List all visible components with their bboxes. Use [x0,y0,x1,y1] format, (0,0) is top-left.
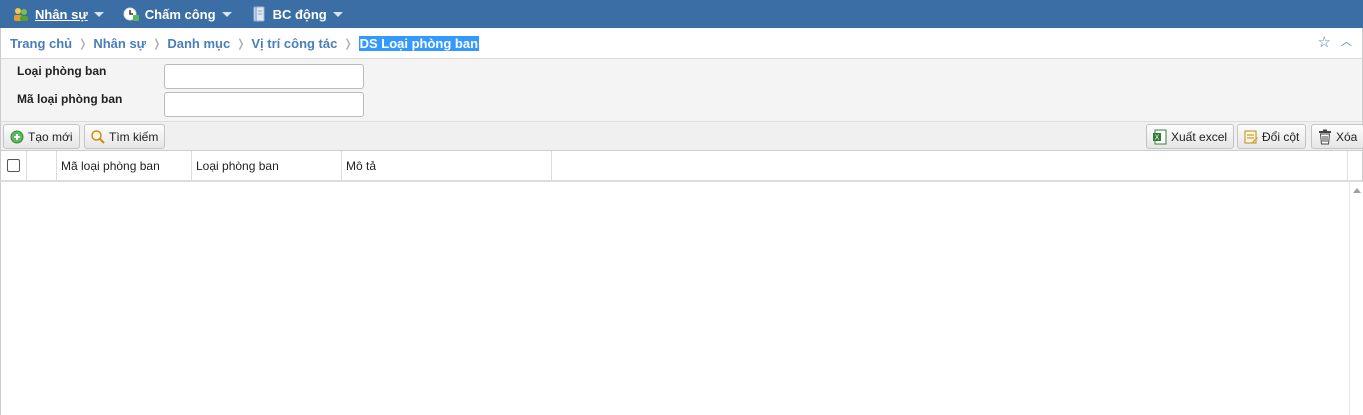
delete-button[interactable]: Xóa [1311,124,1363,149]
column-header-ma-loai-phong-ban[interactable]: Mã loại phòng ban [57,151,192,180]
nav-item-label: Nhân sự [35,6,88,22]
nav-item-label: Chấm công [144,6,216,22]
ma-loai-phong-ban-input[interactable] [164,92,364,117]
column-header-loai-phong-ban[interactable]: Loại phòng ban [192,151,342,180]
notebook-icon [250,6,268,22]
chevron-down-icon [221,11,232,17]
star-icon[interactable]: ☆ [1318,35,1331,50]
select-all-checkbox[interactable] [7,159,20,172]
filter-row-ma-loai-phong-ban: Mã loại phòng ban [17,92,364,117]
toolbar: Tạo mới Tìm kiếm X Xuất excel Đổi cột Xó… [0,121,1363,151]
search-button-label: Tìm kiếm [109,129,159,144]
nav-item-label: BC động [272,6,327,22]
chevron-down-icon [93,11,104,17]
breadcrumb-vi-tri-cong-tac[interactable]: Vị trí công tác [251,36,337,51]
breadcrumb-current: DS Loại phòng ban [358,35,480,51]
breadcrumb-danh-muc[interactable]: Danh mục [167,36,230,51]
search-icon [90,129,106,145]
breadcrumb-home[interactable]: Trang chủ [10,36,72,51]
filter-panel: Loại phòng ban Mã loại phòng ban [0,59,1363,121]
collapse-icon[interactable]: ︿ [1341,35,1352,50]
scroll-up-icon[interactable] [1353,188,1361,193]
change-columns-label: Đổi cột [1262,129,1300,144]
column-header-filler [552,151,1348,180]
search-button[interactable]: Tìm kiếm [84,124,166,149]
create-button-label: Tạo mới [28,129,73,144]
breadcrumb-separator: ❭ [236,37,246,50]
users-icon [12,6,30,22]
breadcrumb-nhan-su[interactable]: Nhân sự [93,36,146,51]
column-header-mo-ta[interactable]: Mô tả [342,151,552,180]
breadcrumb-tools: ☆ ︿ [1318,35,1352,50]
breadcrumb-separator: ❭ [343,37,353,50]
loai-phong-ban-input[interactable] [164,64,364,89]
create-button[interactable]: Tạo mới [3,124,80,149]
chevron-down-icon [332,11,343,17]
vertical-scrollbar[interactable] [1349,182,1363,415]
plus-circle-icon [9,129,25,145]
nav-item-cham-cong[interactable]: Chấm công [122,6,232,22]
nav-item-nhan-su[interactable]: Nhân sự [12,6,104,22]
clock-icon [122,6,140,22]
excel-icon: X [1152,129,1168,145]
export-excel-label: Xuất excel [1171,129,1228,144]
export-excel-button[interactable]: X Xuất excel [1146,124,1235,149]
breadcrumb-separator: ❭ [78,37,88,50]
grid-body [0,182,1363,415]
svg-text:X: X [1155,134,1160,141]
edit-columns-icon [1243,129,1259,145]
ma-loai-phong-ban-label: Mã loại phòng ban [17,91,123,106]
trash-icon [1317,129,1333,145]
loai-phong-ban-label: Loại phòng ban [17,63,107,78]
select-all-cell [1,151,27,180]
delete-button-label: Xóa [1336,129,1358,144]
nav-item-bc-dong[interactable]: BC động [250,6,343,22]
change-columns-button[interactable]: Đổi cột [1237,124,1307,149]
top-nav: Nhân sự Chấm công BC động [0,0,1363,28]
scroll-header-spacer [1348,151,1362,180]
breadcrumb: Trang chủ ❭ Nhân sự ❭ Danh mục ❭ Vị trí … [0,28,1363,59]
row-number-header [27,151,57,180]
filter-row-loai-phong-ban: Loại phòng ban [17,64,364,89]
breadcrumb-separator: ❭ [152,37,162,50]
grid-header: Mã loại phòng ban Loại phòng ban Mô tả [0,151,1363,182]
